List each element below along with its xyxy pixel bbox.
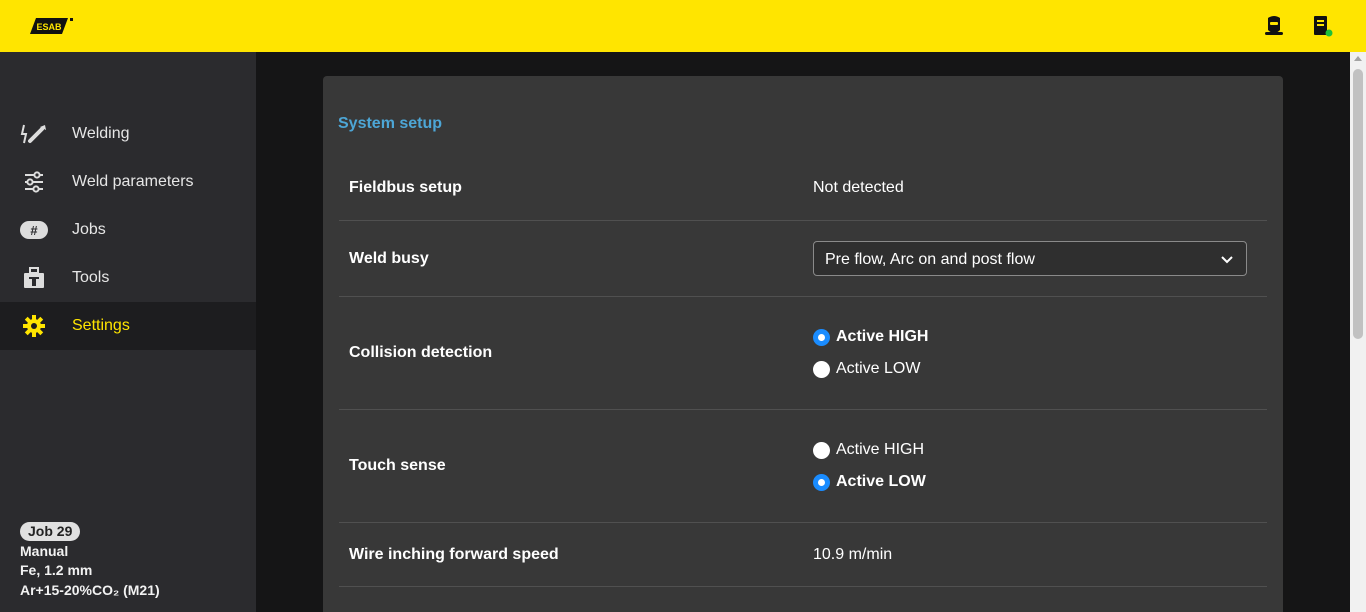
row-touch-sense: Touch sense Active HIGH Active LOW <box>339 410 1267 523</box>
radio-checked-icon <box>813 473 830 491</box>
radio-label: Active HIGH <box>836 441 925 458</box>
current-job-info: Job 29 Manual Fe, 1.2 mm Ar+15-20%CO₂ (M… <box>20 521 160 601</box>
toolbox-icon <box>20 266 48 290</box>
touch-active-high-radio[interactable]: Active HIGH <box>813 439 924 461</box>
sidebar-item-jobs[interactable]: # Jobs <box>0 206 256 254</box>
collision-active-high-radio[interactable]: Active HIGH <box>813 326 928 348</box>
sidebar-item-welding[interactable]: Welding <box>0 110 256 158</box>
sidebar-item-label: Tools <box>72 269 110 286</box>
radio-unchecked-icon <box>813 441 830 459</box>
page-scrollbar[interactable] <box>1350 52 1366 612</box>
svg-text:#: # <box>30 223 38 238</box>
scroll-up-arrow-icon[interactable] <box>1354 56 1362 61</box>
sidebar-item-weld-parameters[interactable]: Weld parameters <box>0 158 256 206</box>
sidebar-item-label: Jobs <box>72 221 106 238</box>
esab-logo[interactable]: ESAB <box>30 14 74 38</box>
job-mode: Manual <box>20 542 69 559</box>
sidebar-item-label: Settings <box>72 317 130 334</box>
radio-checked-icon <box>813 328 830 346</box>
job-badge[interactable]: Job 29 <box>20 521 81 541</box>
device-connected-icon[interactable] <box>1310 14 1334 38</box>
welder-mask-icon[interactable] <box>1262 14 1286 38</box>
sliders-icon <box>20 170 48 194</box>
scroll-thumb[interactable] <box>1353 69 1363 339</box>
radio-unchecked-icon <box>813 360 830 378</box>
row-wire-inching-speed: Wire inching forward speed 10.9 m/min <box>339 523 1267 587</box>
job-material: Fe, 1.2 mm <box>20 562 93 578</box>
row-label: Collision detection <box>349 344 493 361</box>
welding-torch-icon <box>20 122 48 146</box>
row-value: 10.9 m/min <box>813 546 893 563</box>
radio-label: Active LOW <box>836 473 926 490</box>
sidebar-item-label: Weld parameters <box>72 173 194 190</box>
top-bar: ESAB <box>0 0 1366 52</box>
row-label: Weld busy <box>349 250 429 267</box>
sidebar-item-tools[interactable]: Tools <box>0 254 256 302</box>
weld-busy-select[interactable]: Pre flow, Arc on and post flow <box>813 241 1247 276</box>
job-gas: Ar+15-20%CO₂ (M21) <box>20 581 160 598</box>
collision-active-low-radio[interactable]: Active LOW <box>813 358 920 380</box>
row-label: Wire inching forward speed <box>349 546 559 563</box>
main-content: System setup Fieldbus setup Not detected… <box>256 52 1350 612</box>
gear-icon <box>20 314 48 338</box>
sidebar: Welding Weld parameters # Jobs Tools Set… <box>0 52 256 612</box>
radio-label: Active HIGH <box>836 328 929 345</box>
logo-text: ESAB <box>36 22 62 32</box>
section-title: System setup <box>338 115 443 132</box>
chevron-down-icon <box>1220 252 1234 266</box>
sidebar-item-label: Welding <box>72 125 130 142</box>
row-collision-detection: Collision detection Active HIGH Active L… <box>339 297 1267 410</box>
hash-icon: # <box>20 218 48 242</box>
row-fieldbus-setup: Fieldbus setup Not detected <box>339 156 1267 221</box>
row-label: Touch sense <box>349 457 446 474</box>
radio-label: Active LOW <box>836 360 921 377</box>
row-weld-busy: Weld busy Pre flow, Arc on and post flow <box>339 221 1267 297</box>
row-value: Not detected <box>813 179 904 196</box>
select-value: Pre flow, Arc on and post flow <box>825 251 1035 268</box>
touch-active-low-radio[interactable]: Active LOW <box>813 471 926 493</box>
row-label: Fieldbus setup <box>349 179 462 196</box>
sidebar-item-settings[interactable]: Settings <box>0 302 256 350</box>
settings-panel: System setup Fieldbus setup Not detected… <box>323 76 1283 612</box>
